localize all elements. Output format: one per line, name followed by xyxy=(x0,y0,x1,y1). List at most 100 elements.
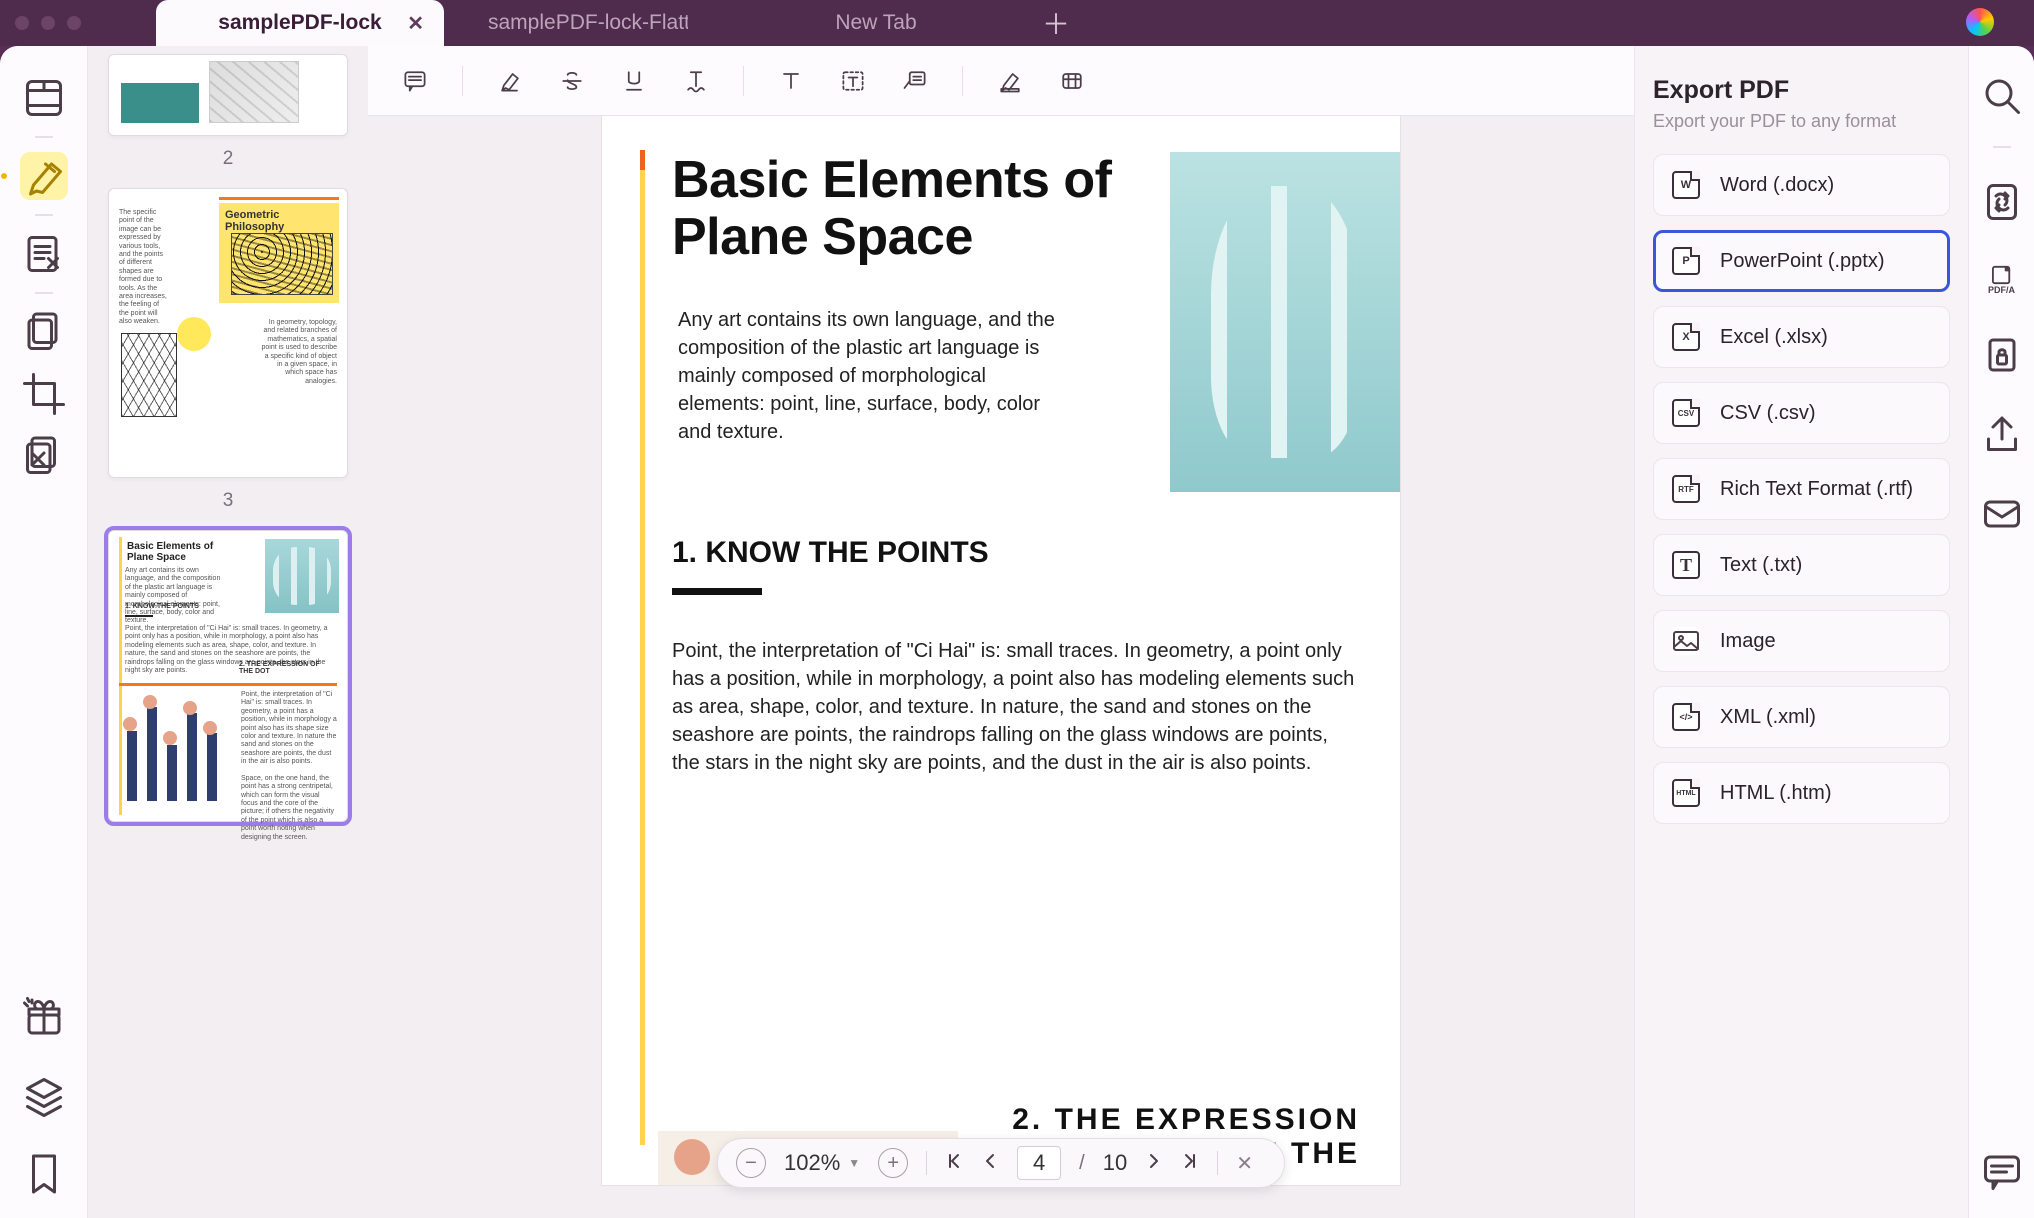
window-controls[interactable] xyxy=(15,16,81,30)
separator xyxy=(743,66,744,96)
thumbnails-tool-icon[interactable] xyxy=(20,74,68,122)
thumbnails-panel[interactable]: 2 Geometric Philosophy The specific poin… xyxy=(88,46,368,1218)
powerpoint-file-icon: P xyxy=(1672,247,1700,275)
link-tool-icon[interactable] xyxy=(1055,64,1089,98)
strikethrough-icon[interactable] xyxy=(555,64,589,98)
highlight-text-icon[interactable] xyxy=(493,64,527,98)
format-label: Image xyxy=(1720,630,1776,653)
secure-icon[interactable] xyxy=(1978,334,2026,382)
brand-logo-icon[interactable] xyxy=(1966,8,1994,36)
page-number-input[interactable] xyxy=(1017,1146,1061,1180)
export-format-text[interactable]: T Text (.txt) xyxy=(1653,534,1950,596)
zoom-out-button[interactable]: − xyxy=(736,1148,766,1178)
page-image xyxy=(1170,152,1400,492)
export-format-powerpoint[interactable]: P PowerPoint (.pptx) xyxy=(1653,230,1950,292)
window-minimize[interactable] xyxy=(41,16,55,30)
thumb-know: 1. KNOW THE POINTS xyxy=(125,603,199,610)
tab-close-icon[interactable]: ✕ xyxy=(407,11,424,36)
thumbnail-page[interactable] xyxy=(108,54,348,136)
title-line-1: Basic Elements of xyxy=(672,151,1111,209)
thumb-title-1: Basic Elements of xyxy=(127,541,213,552)
format-label: XML (.xml) xyxy=(1720,706,1816,729)
image-file-icon xyxy=(1672,627,1700,655)
separator xyxy=(1217,1151,1218,1175)
comment-panel-icon[interactable] xyxy=(1978,1148,2026,1196)
note-tool-icon[interactable] xyxy=(398,64,432,98)
export-format-word[interactable]: W Word (.docx) xyxy=(1653,154,1950,216)
export-title: Export PDF xyxy=(1653,76,1950,105)
export-format-xml[interactable]: </> XML (.xml) xyxy=(1653,686,1950,748)
tab[interactable]: samplePDF-lock-Flatten xyxy=(444,0,732,46)
redact-tool-icon[interactable] xyxy=(20,432,68,480)
separator xyxy=(35,214,53,216)
convert-icon[interactable] xyxy=(1978,178,2026,226)
format-label: Rich Text Format (.rtf) xyxy=(1720,478,1913,501)
crop-tool-icon[interactable] xyxy=(20,370,68,418)
text-tool-icon[interactable] xyxy=(774,64,808,98)
thumb3-header: Geometric Philosophy xyxy=(225,209,333,233)
first-page-icon[interactable] xyxy=(945,1152,963,1175)
tabs-bar: samplePDF-lock ✕ samplePDF-lock-Flatten … xyxy=(0,0,2034,46)
page-tool-icon[interactable] xyxy=(20,308,68,356)
thumbnail-page[interactable]: Geometric Philosophy The specific point … xyxy=(108,188,348,478)
zoom-in-button[interactable]: + xyxy=(878,1148,908,1178)
page-sep: / xyxy=(1079,1152,1085,1175)
page-accent-top xyxy=(640,150,645,170)
format-label: CSV (.csv) xyxy=(1720,402,1816,425)
search-icon[interactable] xyxy=(1978,72,2026,120)
callout-tool-icon[interactable] xyxy=(898,64,932,98)
tab-label: samplePDF-lock xyxy=(218,11,381,35)
format-label: HTML (.htm) xyxy=(1720,782,1831,805)
text-file-icon: T xyxy=(1672,551,1700,579)
rtf-file-icon: RTF xyxy=(1672,475,1700,503)
pdfa-label: PDF/A xyxy=(1988,285,2015,295)
app-window: samplePDF-lock ✕ samplePDF-lock-Flatten … xyxy=(0,0,2034,1218)
csv-file-icon: CSV xyxy=(1672,399,1700,427)
tab-label: samplePDF-lock-Flatten xyxy=(488,11,688,35)
new-tab-button[interactable]: ＋ xyxy=(1042,3,1070,43)
export-format-image[interactable]: Image xyxy=(1653,610,1950,672)
zoom-value: 102% xyxy=(784,1150,840,1176)
separator xyxy=(35,136,53,138)
excel-file-icon: X xyxy=(1672,323,1700,351)
thumbnail-number: 2 xyxy=(108,148,348,170)
export-format-rtf[interactable]: RTF Rich Text Format (.rtf) xyxy=(1653,458,1950,520)
left-toolbar xyxy=(0,46,88,1218)
last-page-icon[interactable] xyxy=(1181,1152,1199,1175)
content-area: 2 Geometric Philosophy The specific poin… xyxy=(0,46,2034,1218)
format-label: Excel (.xlsx) xyxy=(1720,326,1828,349)
window-zoom[interactable] xyxy=(67,16,81,30)
gift-icon[interactable] xyxy=(20,994,68,1042)
squiggle-underline-icon[interactable] xyxy=(679,64,713,98)
mail-icon[interactable] xyxy=(1978,490,2026,538)
export-subtitle: Export your PDF to any format xyxy=(1653,111,1950,132)
prev-page-icon[interactable] xyxy=(981,1152,999,1175)
export-format-excel[interactable]: X Excel (.xlsx) xyxy=(1653,306,1950,368)
page-view[interactable]: Basic Elements of Plane Space Any art co… xyxy=(601,116,1401,1186)
page-nav-bar: − 102% ▼ + / 10 xyxy=(717,1138,1285,1188)
export-format-csv[interactable]: CSV CSV (.csv) xyxy=(1653,382,1950,444)
text-box-tool-icon[interactable] xyxy=(836,64,870,98)
thumb-expr-b: DOT xyxy=(255,668,270,675)
separator xyxy=(1993,146,2011,148)
close-nav-icon[interactable]: ✕ xyxy=(1236,1151,1253,1176)
export-panel: Export PDF Export your PDF to any format… xyxy=(1634,46,1968,1218)
highlighter-tool-icon[interactable] xyxy=(20,152,68,200)
layers-icon[interactable] xyxy=(20,1072,68,1120)
share-icon[interactable] xyxy=(1978,412,2026,460)
zoom-level[interactable]: 102% ▼ xyxy=(784,1150,860,1176)
underline-icon[interactable] xyxy=(617,64,651,98)
next-page-icon[interactable] xyxy=(1145,1152,1163,1175)
pdfa-icon[interactable]: PDF/A xyxy=(1978,256,2026,304)
highlight-area-icon[interactable] xyxy=(993,64,1027,98)
tab-active[interactable]: samplePDF-lock ✕ xyxy=(156,0,444,46)
tab[interactable]: New Tab xyxy=(732,0,1020,46)
format-label: PowerPoint (.pptx) xyxy=(1720,250,1885,273)
window-close[interactable] xyxy=(15,16,29,30)
bookmark-icon[interactable] xyxy=(20,1150,68,1198)
document-area: Basic Elements of Plane Space Any art co… xyxy=(368,46,1634,1218)
format-label: Text (.txt) xyxy=(1720,554,1802,577)
export-format-html[interactable]: HTML HTML (.htm) xyxy=(1653,762,1950,824)
edit-text-tool-icon[interactable] xyxy=(20,230,68,278)
thumbnail-page-selected[interactable]: Basic Elements ofPlane Space Any art con… xyxy=(108,530,348,822)
